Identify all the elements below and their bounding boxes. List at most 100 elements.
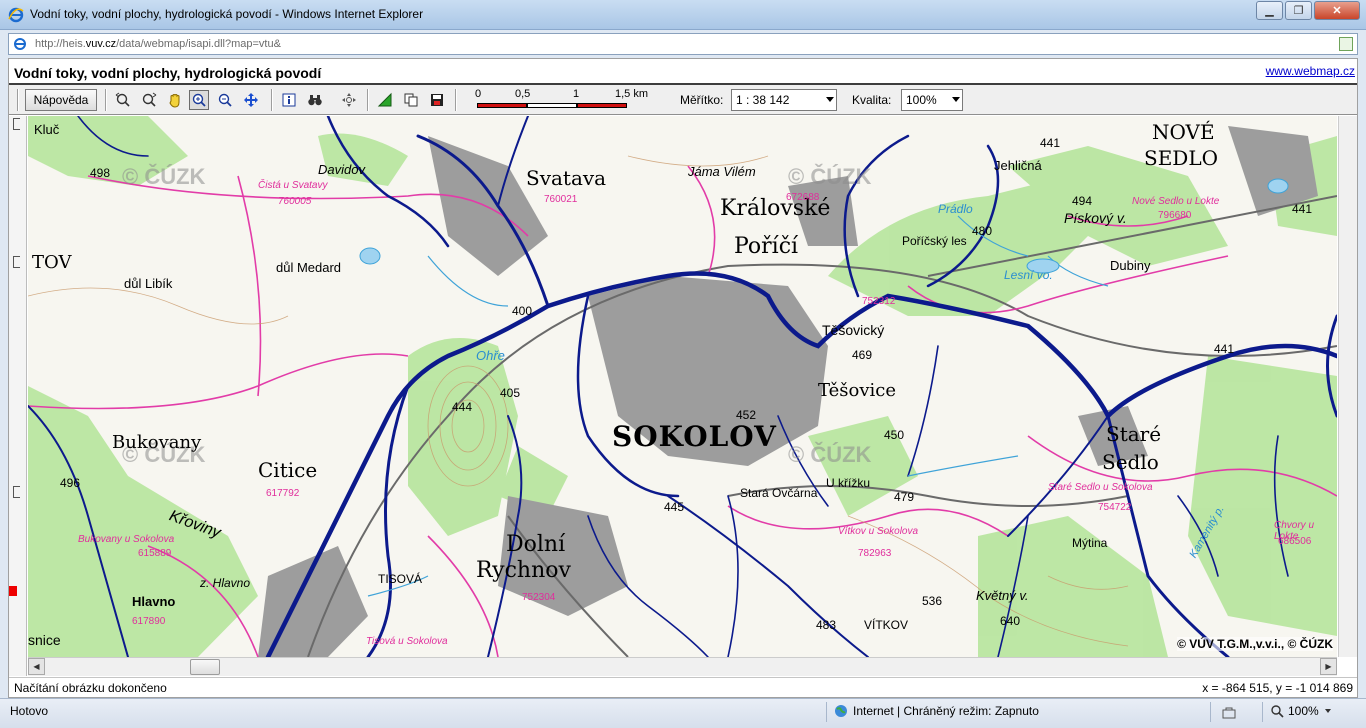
protected-mode-icon[interactable] <box>1222 707 1236 721</box>
scale-segment-white <box>527 103 577 108</box>
zoom-out-step-icon[interactable] <box>139 90 159 110</box>
map-label: Kluč <box>34 122 60 137</box>
map-label: Těšovický <box>822 322 885 338</box>
url-text: http://heis.vuv.cz/data/webmap/isapi.dll… <box>35 38 281 50</box>
status-separator <box>1210 702 1211 722</box>
status-separator <box>826 702 827 722</box>
map-label: Tisová u Sokolova <box>366 636 448 647</box>
map-label: důl Medard <box>276 260 342 275</box>
window-title: Vodní toky, vodní plochy, hydrologická p… <box>30 7 424 21</box>
map-label: Čistá u Svatavy <box>258 180 328 191</box>
status-text: Hotovo <box>10 704 49 718</box>
map-label: 617792 <box>266 488 300 499</box>
scale-label-3: 1,5 km <box>615 88 649 100</box>
browser-status-bar: Hotovo Internet | Chráněný režim: Zapnut… <box>0 698 1366 728</box>
map-label: Staré <box>1106 422 1162 446</box>
scale-bar: 0 0,5 1 1,5 km <box>475 88 665 112</box>
map-label: Nové Sedlo u Lokte <box>1132 196 1220 207</box>
elevation-label: 441 <box>1214 342 1235 356</box>
map-label: Staré Sedlo u Sokolova <box>1048 482 1153 493</box>
minimize-button[interactable]: ▁ <box>1256 1 1283 20</box>
map-label: VÍTKOV <box>864 618 909 632</box>
map-label: Rychnov <box>476 558 571 583</box>
scale-label-1: 0,5 <box>515 88 531 100</box>
elevation-label: 640 <box>1000 614 1021 628</box>
elevation-label: 494 <box>1072 194 1093 208</box>
elevation-label: 480 <box>972 224 993 238</box>
toolbar-separator <box>17 89 19 111</box>
map-label: Svatava <box>526 166 607 190</box>
map-label: Stará Ovčárna <box>740 486 818 500</box>
map-label: Ohře <box>476 348 505 363</box>
address-field[interactable]: http://heis.vuv.cz/data/webmap/isapi.dll… <box>8 33 1358 55</box>
map-label: Prádlo <box>938 202 973 216</box>
map-canvas[interactable]: © ČÚZK © ČÚZK © ČÚZK © ČÚZK Kluč Davidov… <box>28 116 1337 657</box>
map-label: Jehličná <box>994 158 1042 173</box>
webmap-link[interactable]: www.webmap.cz <box>1266 64 1355 78</box>
map-label: 760021 <box>544 194 578 205</box>
vertical-scrollbar[interactable] <box>1338 116 1357 657</box>
map-label: Pískový v. <box>1064 210 1127 226</box>
map-label: 754722 <box>1098 502 1132 513</box>
copy-icon[interactable] <box>401 90 421 110</box>
pan-hand-icon[interactable] <box>165 90 185 110</box>
search-binoculars-icon[interactable] <box>305 90 325 110</box>
map-label: U křížku <box>826 476 871 490</box>
maximize-button[interactable]: ❐ <box>1285 1 1312 20</box>
map-label: TOV <box>32 252 72 273</box>
zoom-level[interactable]: 100% <box>1270 704 1331 718</box>
zoom-out-icon[interactable] <box>215 90 235 110</box>
map-label: Hlavno <box>132 594 176 609</box>
map-label: 782963 <box>858 548 892 559</box>
center-icon[interactable] <box>339 90 359 110</box>
watermark: © ČÚZK <box>122 164 206 189</box>
scroll-left-button[interactable]: ◀ <box>28 658 45 675</box>
zoom-in-icon[interactable] <box>189 90 209 110</box>
close-button[interactable]: ✕ <box>1314 1 1360 20</box>
toolbar-separator <box>271 89 273 111</box>
elevation-label: 469 <box>852 348 873 362</box>
status-separator <box>1262 702 1263 722</box>
help-button[interactable]: Nápověda <box>25 89 97 111</box>
scroll-right-button[interactable]: ▶ <box>1320 658 1337 675</box>
scroll-thumb[interactable] <box>190 659 220 675</box>
map-label: 615889 <box>138 548 172 559</box>
select-icon[interactable] <box>375 90 395 110</box>
scale-segment-red <box>577 103 627 108</box>
window-titlebar: Vodní toky, vodní plochy, hydrologická p… <box>0 0 1366 30</box>
map-label: Vítkov u Sokolova <box>838 526 919 537</box>
scale-select[interactable]: 1 : 38 142 <box>731 89 837 111</box>
elevation-label: 441 <box>1292 202 1313 216</box>
zoom-in-step-icon[interactable] <box>113 90 133 110</box>
nav-position-marker <box>9 586 17 596</box>
map-label: Květný v. <box>976 588 1029 603</box>
quality-select[interactable]: 100% <box>901 89 963 111</box>
map-left-navigator[interactable] <box>9 116 27 676</box>
elevation-label: 444 <box>452 400 473 414</box>
elevation-label: 483 <box>816 618 837 632</box>
ie-logo-icon <box>8 7 24 23</box>
map-label: Dolní <box>506 532 566 557</box>
watermark: © ČÚZK <box>788 442 872 467</box>
map-label: 686506 <box>1278 536 1312 547</box>
elevation-label: 452 <box>736 408 757 422</box>
map-label: Lesní vo. <box>1004 268 1053 282</box>
save-icon[interactable] <box>427 90 447 110</box>
map-label: Těšovice <box>818 380 896 401</box>
map-label: Jáma Vilém <box>688 164 756 179</box>
scale-label: Měřítko: <box>680 93 724 107</box>
toolbar-separator <box>105 89 107 111</box>
elevation-label: 496 <box>60 476 81 490</box>
info-icon[interactable] <box>279 90 299 110</box>
elevation-label: 479 <box>894 490 915 504</box>
map-label: Poříčí <box>734 234 799 259</box>
map-label: TISOVÁ <box>378 572 423 586</box>
security-zone[interactable]: Internet | Chráněný režim: Zapnuto <box>834 704 1039 718</box>
map-label-city: SOKOLOV <box>612 420 777 453</box>
compatibility-view-icon[interactable] <box>1339 37 1353 51</box>
full-extent-icon[interactable] <box>241 90 261 110</box>
scale-label-0: 0 <box>475 88 482 100</box>
horizontal-scrollbar[interactable]: ◀ ▶ <box>28 657 1337 676</box>
map-label: snice <box>28 632 61 648</box>
toolbar-separator <box>455 89 457 111</box>
